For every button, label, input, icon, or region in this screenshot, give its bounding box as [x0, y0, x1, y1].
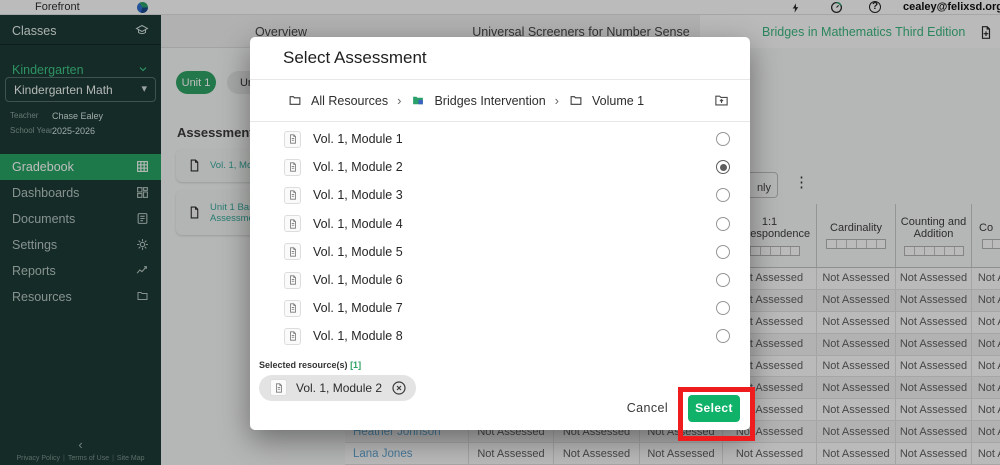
assessment-option[interactable]: Vol. 1, Module 8	[250, 322, 750, 350]
breadcrumb-label: Volume 1	[592, 94, 644, 108]
radio-button[interactable]	[716, 329, 730, 343]
assessment-option-label: Vol. 1, Module 8	[313, 329, 704, 343]
document-icon	[284, 300, 301, 317]
assessment-option[interactable]: Vol. 1, Module 1	[250, 125, 750, 153]
document-icon	[284, 243, 301, 260]
folder-icon	[568, 94, 584, 107]
assessment-option-label: Vol. 1, Module 7	[313, 301, 704, 315]
folder-icon	[287, 94, 303, 107]
breadcrumb-all-resources[interactable]: All Resources	[287, 94, 388, 108]
assessment-option-label: Vol. 1, Module 2	[313, 160, 704, 174]
document-icon	[284, 159, 301, 176]
folder-colored-icon	[410, 94, 426, 107]
document-icon	[284, 328, 301, 345]
document-icon	[284, 131, 301, 148]
breadcrumb: All Resources › Bridges Intervention › V…	[250, 80, 750, 122]
selected-resources-text: Selected resource(s)	[259, 360, 348, 370]
radio-button[interactable]	[716, 273, 730, 287]
assessment-option-label: Vol. 1, Module 1	[313, 132, 704, 146]
document-icon	[284, 272, 301, 289]
radio-button[interactable]	[716, 301, 730, 315]
selected-resources-count: [1]	[350, 360, 361, 370]
selected-resources-label: Selected resource(s) [1]	[250, 351, 750, 370]
document-icon	[284, 215, 301, 232]
annotation-highlight-box	[678, 387, 755, 441]
select-assessment-modal: Select Assessment All Resources › Bridge…	[250, 37, 750, 430]
assessment-option-label: Vol. 1, Module 3	[313, 188, 704, 202]
radio-button[interactable]	[716, 245, 730, 259]
assessment-option-label: Vol. 1, Module 6	[313, 273, 704, 287]
breadcrumb-bridges-intervention[interactable]: Bridges Intervention	[410, 94, 545, 108]
assessment-option[interactable]: Vol. 1, Module 6	[250, 266, 750, 294]
radio-button[interactable]	[716, 217, 730, 231]
assessment-option[interactable]: Vol. 1, Module 5	[250, 238, 750, 266]
breadcrumb-label: Bridges Intervention	[434, 94, 545, 108]
breadcrumb-label: All Resources	[311, 94, 388, 108]
folder-up-icon[interactable]	[713, 93, 730, 108]
assessment-list: Vol. 1, Module 1 Vol. 1, Module 2 Vol. 1, …	[250, 122, 750, 351]
radio-button[interactable]	[716, 160, 730, 174]
assessment-option[interactable]: Vol. 1, Module 2	[250, 153, 750, 181]
cancel-button[interactable]: Cancel	[627, 401, 668, 415]
assessment-option[interactable]: Vol. 1, Module 7	[250, 294, 750, 322]
assessment-option-label: Vol. 1, Module 4	[313, 217, 704, 231]
chevron-right-icon: ›	[555, 93, 559, 108]
radio-button[interactable]	[716, 188, 730, 202]
breadcrumb-volume-1[interactable]: Volume 1	[568, 94, 644, 108]
assessment-option[interactable]: Vol. 1, Module 3	[250, 181, 750, 209]
radio-button[interactable]	[716, 132, 730, 146]
assessment-option[interactable]: Vol. 1, Module 4	[250, 210, 750, 238]
assessment-option-label: Vol. 1, Module 5	[313, 245, 704, 259]
modal-title: Select Assessment	[250, 37, 750, 80]
document-icon	[284, 187, 301, 204]
chevron-right-icon: ›	[397, 93, 401, 108]
modal-footer: Cancel Select	[250, 386, 750, 430]
